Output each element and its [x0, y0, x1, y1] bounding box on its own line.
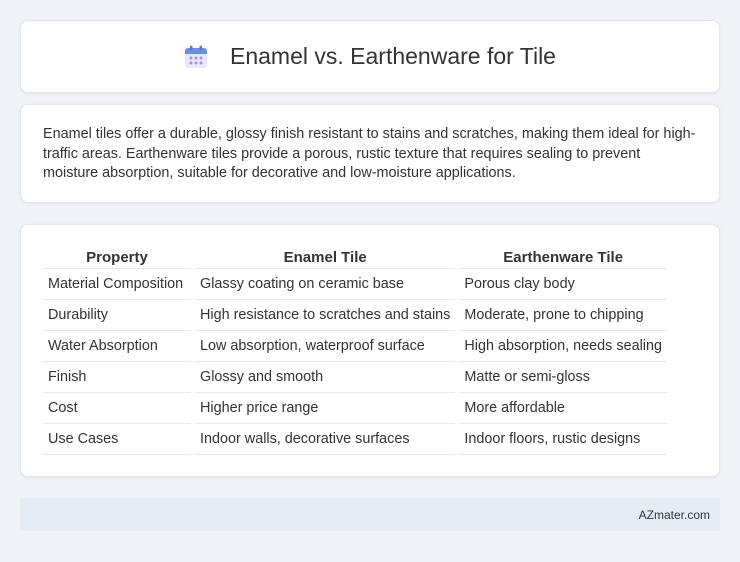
row-water-property: Water Absorption: [43, 331, 191, 362]
summary-text: Enamel tiles offer a durable, glossy fin…: [43, 126, 696, 181]
table-row: Use Cases Indoor walls, decorative surfa…: [43, 424, 667, 455]
comparison-table-card: Property Enamel Tile Earthenware Tile Ma…: [20, 224, 720, 477]
row-cost-earthenware: More affordable: [459, 393, 667, 424]
row-cost-property: Cost: [43, 393, 191, 424]
header-card: Enamel vs. Earthenware for Tile: [20, 20, 720, 93]
row-water-earthenware: High absorption, needs sealing: [459, 331, 667, 362]
row-usecases-property: Use Cases: [43, 424, 191, 455]
row-durability-enamel: High resistance to scratches and stains: [195, 300, 456, 331]
row-cost-enamel: Higher price range: [195, 393, 456, 424]
row-durability-earthenware: Moderate, prone to chipping: [459, 300, 667, 331]
row-finish-earthenware: Matte or semi-gloss: [459, 362, 667, 393]
calendar-icon: [184, 45, 208, 69]
row-usecases-earthenware: Indoor floors, rustic designs: [459, 424, 667, 455]
row-material-enamel: Glassy coating on ceramic base: [195, 269, 456, 300]
table-row: Water Absorption Low absorption, waterpr…: [43, 331, 667, 362]
page-title: Enamel vs. Earthenware for Tile: [230, 43, 556, 69]
summary-card: Enamel tiles offer a durable, glossy fin…: [20, 104, 720, 203]
row-finish-enamel: Glossy and smooth: [195, 362, 456, 393]
row-material-property: Material Composition: [43, 269, 191, 300]
row-usecases-enamel: Indoor walls, decorative surfaces: [195, 424, 456, 455]
row-water-enamel: Low absorption, waterproof surface: [195, 331, 456, 362]
header-enamel-tile: Enamel Tile: [195, 247, 456, 269]
row-material-earthenware: Porous clay body: [459, 269, 667, 300]
header-earthenware-tile: Earthenware Tile: [459, 247, 667, 269]
row-durability-property: Durability: [43, 300, 191, 331]
table-row: Cost Higher price range More affordable: [43, 393, 667, 424]
table-row: Durability High resistance to scratches …: [43, 300, 667, 331]
header-property: Property: [43, 247, 191, 269]
footer-bar: AZmater.com: [20, 498, 720, 531]
table-header-row: Property Enamel Tile Earthenware Tile: [43, 247, 667, 269]
table-row: Finish Glossy and smooth Matte or semi-g…: [43, 362, 667, 393]
footer-site-link[interactable]: AZmater.com: [639, 508, 710, 522]
row-finish-property: Finish: [43, 362, 191, 393]
table-row: Material Composition Glassy coating on c…: [43, 269, 667, 300]
comparison-table: Property Enamel Tile Earthenware Tile Ma…: [39, 247, 671, 455]
